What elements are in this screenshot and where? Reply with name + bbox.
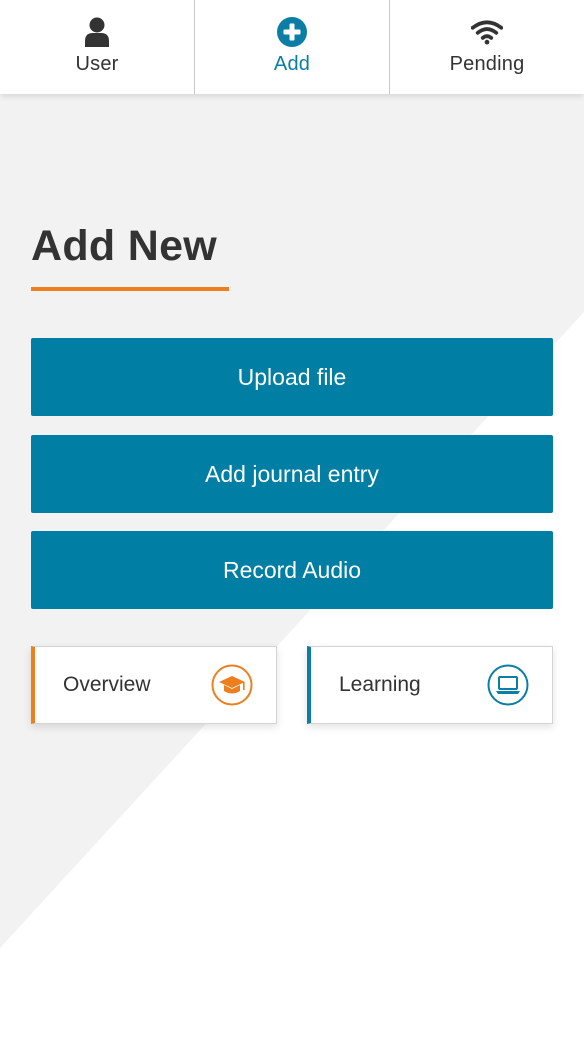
record-audio-button[interactable]: Record Audio	[31, 531, 553, 609]
overview-card-label: Overview	[63, 673, 151, 696]
title-underline	[31, 287, 229, 291]
laptop-icon	[487, 664, 529, 706]
plus-circle-icon	[276, 16, 308, 48]
overview-card[interactable]: Overview	[31, 646, 277, 724]
add-journal-entry-button[interactable]: Add journal entry	[31, 435, 553, 513]
nav-item-add[interactable]: Add	[194, 0, 389, 94]
nav-item-pending-label: Pending	[449, 53, 525, 75]
nav-item-add-label: Add	[273, 53, 311, 75]
user-icon	[81, 16, 113, 48]
upload-file-button[interactable]: Upload file	[31, 338, 553, 416]
nav-item-user-label: User	[75, 53, 119, 75]
graduation-cap-icon	[211, 664, 253, 706]
nav-item-user[interactable]: User	[0, 0, 194, 94]
nav-item-pending[interactable]: Pending	[389, 0, 584, 94]
learning-card-label: Learning	[339, 673, 421, 696]
top-navigation: User Add Pending	[0, 0, 584, 94]
background-diagonal-shape	[0, 0, 584, 948]
learning-card[interactable]: Learning	[307, 646, 553, 724]
page-title: Add New	[31, 222, 218, 270]
wifi-icon	[471, 16, 503, 48]
